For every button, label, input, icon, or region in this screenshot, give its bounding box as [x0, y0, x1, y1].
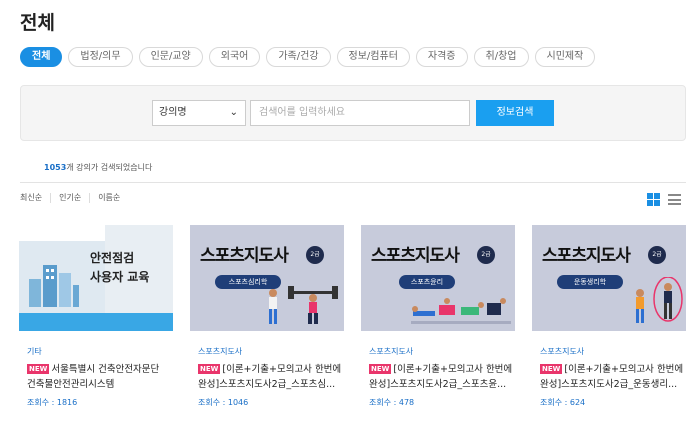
course-views: 조회수 : 624 [540, 398, 586, 407]
page-title: 전체 [20, 12, 55, 34]
course-views: 조회수 : 1046 [198, 398, 249, 407]
course-thumbnail[interactable]: 스포츠지도사 2급 스포츠윤리 [361, 225, 515, 331]
tab-family-health[interactable]: 가족/건강 [266, 47, 331, 67]
result-count-text: 개 강의가 검색되었습니다 [66, 163, 153, 172]
new-badge: NEW [198, 364, 221, 374]
sort-options: 최신순 인기순 이름순 [20, 193, 128, 203]
course-thumbnail[interactable]: 안전점검 사용자 교육 [19, 225, 173, 331]
tab-humanities[interactable]: 인문/교양 [138, 47, 203, 67]
thumbnail-headline: 스포츠지도사 [542, 246, 631, 266]
course-views: 조회수 : 1816 [27, 398, 78, 407]
sort-popular[interactable]: 인기순 [50, 193, 89, 203]
sort-latest[interactable]: 최신순 [20, 193, 50, 203]
list-view-icon[interactable] [668, 193, 681, 206]
course-category: 스포츠지도사 [198, 347, 243, 356]
divider [20, 182, 686, 183]
course-title[interactable]: NEW [이론+기출+모의고사 한번에 완성]스포츠지도사2급_스포츠심... [198, 362, 342, 392]
tab-certificate[interactable]: 자격증 [415, 47, 468, 67]
athlete-illustration-icon [269, 289, 277, 324]
search-type-value: 강의명 [159, 107, 187, 118]
course-title[interactable]: NEW 서울특별시 건축안전자문단 건축물안전관리시스템 [27, 362, 171, 392]
sort-name[interactable]: 이름순 [89, 193, 128, 203]
chevron-down-icon: ⌄ [229, 107, 238, 118]
team-exercise-illustration-icon [411, 298, 511, 324]
course-card[interactable]: 스포츠지도사 2급 운동생리학 스포츠지도사 NEW [이론+기출+모의고사 한번… [532, 225, 686, 407]
course-card[interactable]: 안전점검 사용자 교육 기타 NEW 서울특별시 건축안전자문단 건축물안전관리시… [19, 225, 173, 407]
tab-job-startup[interactable]: 취/창업 [473, 47, 529, 67]
grade-badge: 2급 [477, 246, 495, 264]
result-count: 1053개 강의가 검색되었습니다 [44, 162, 152, 173]
subject-pill: 스포츠윤리 [399, 275, 455, 289]
course-category: 스포츠지도사 [540, 347, 585, 356]
search-input[interactable]: 검색어를 입력하세요 [250, 100, 470, 126]
thumbnail-headline: 스포츠지도사 [371, 246, 460, 266]
category-tabs: 전체 법정/의무 인문/교양 외국어 가족/건강 정보/컴퓨터 자격증 취/창업… [20, 47, 596, 67]
new-badge: NEW [369, 364, 392, 374]
new-badge: NEW [540, 364, 563, 374]
grid-view-icon[interactable] [647, 193, 660, 206]
tab-foreign-language[interactable]: 외국어 [208, 47, 261, 67]
result-count-number: 1053 [44, 163, 67, 172]
tab-it-computer[interactable]: 정보/컴퓨터 [336, 47, 410, 67]
jump-rope-illustration-icon [636, 277, 683, 323]
tab-citizen-made[interactable]: 시민제작 [534, 47, 596, 67]
course-thumbnail[interactable]: 스포츠지도사 2급 운동생리학 [532, 225, 686, 331]
search-panel: 강의명 ⌄ 검색어를 입력하세요 정보검색 [20, 85, 686, 141]
tab-legal-mandatory[interactable]: 법정/의무 [68, 47, 133, 67]
search-type-select[interactable]: 강의명 ⌄ [152, 100, 246, 126]
grade-badge: 2급 [306, 246, 324, 264]
view-toggle [647, 193, 681, 206]
tab-all[interactable]: 전체 [20, 47, 63, 67]
weightlifter-illustration-icon [288, 286, 338, 324]
course-category: 기타 [27, 347, 42, 356]
course-views: 조회수 : 478 [369, 398, 415, 407]
course-title[interactable]: NEW [이론+기출+모의고사 한번에 완성]스포츠지도사2급_스포츠윤... [369, 362, 513, 392]
search-button[interactable]: 정보검색 [476, 100, 554, 126]
building-illustration-icon [29, 265, 79, 307]
grade-badge: 2급 [648, 246, 666, 264]
thumbnail-headline: 스포츠지도사 [200, 246, 289, 266]
thumbnail-title-line1: 안전점검 [90, 251, 135, 265]
course-title[interactable]: NEW [이론+기출+모의고사 한번에 완성]스포츠지도사2급_운동생리... [540, 362, 684, 392]
course-thumbnail[interactable]: 스포츠지도사 2급 스포츠심리학 [190, 225, 344, 331]
course-category: 스포츠지도사 [369, 347, 414, 356]
course-card[interactable]: 스포츠지도사 2급 스포츠심리학 스포츠지도사 NEW [이론+기출+모의고사 한… [190, 225, 344, 407]
new-badge: NEW [27, 364, 50, 374]
course-card[interactable]: 스포츠지도사 2급 스포츠윤리 스포츠지도사 NEW [이론+기출+모의고사 한번… [361, 225, 515, 407]
thumbnail-title-line2: 사용자 교육 [90, 270, 150, 284]
subject-pill: 운동생리학 [557, 275, 623, 289]
